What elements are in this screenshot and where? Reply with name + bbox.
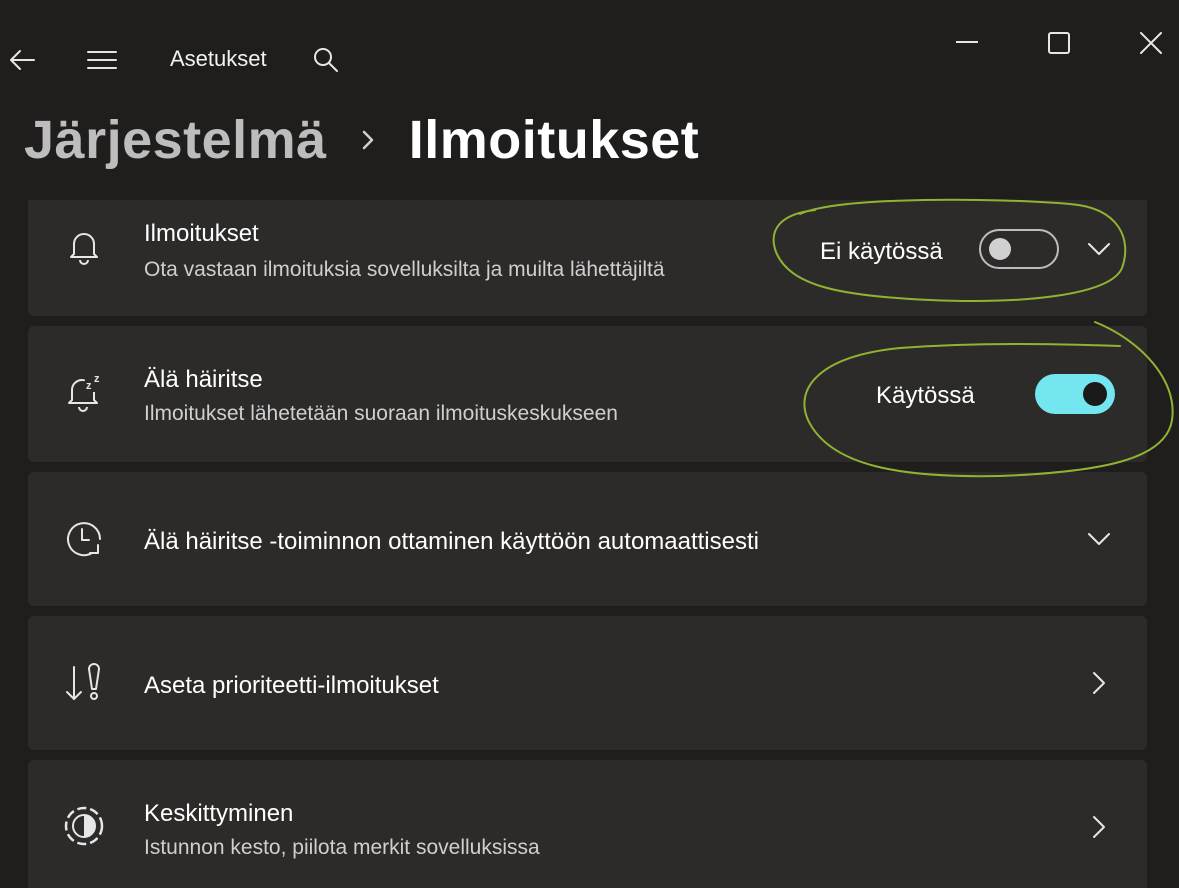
svg-text:z: z (86, 380, 92, 392)
setting-subtitle: Istunnon kesto, piilota merkit sovelluks… (144, 836, 540, 859)
hamburger-menu-icon[interactable] (84, 44, 120, 76)
breadcrumb: Järjestelmä Ilmoitukset (24, 108, 699, 172)
minimize-icon[interactable] (952, 30, 982, 54)
setting-subtitle: Ilmoitukset lähetetään suoraan ilmoitusk… (144, 402, 618, 425)
setting-card-priority-notifications[interactable]: Aseta prioriteetti-ilmoitukset (28, 616, 1147, 750)
setting-title: Ilmoitukset (144, 220, 259, 247)
setting-subtitle: Ota vastaan ilmoituksia sovelluksilta ja… (144, 258, 665, 281)
bell-snooze-icon: zz (62, 370, 106, 414)
back-arrow-icon[interactable] (6, 44, 38, 76)
setting-title: Älä häiritse (144, 366, 263, 393)
maximize-icon[interactable] (1044, 30, 1074, 56)
do-not-disturb-toggle[interactable] (1035, 374, 1115, 414)
close-icon[interactable] (1136, 30, 1166, 56)
toggle-knob (1083, 382, 1107, 406)
app-title: Asetukset (170, 46, 267, 71)
toggle-state-label: Ei käytössä (820, 238, 943, 265)
chevron-down-icon[interactable] (1084, 524, 1114, 554)
search-icon[interactable] (310, 44, 342, 76)
notifications-toggle[interactable] (979, 229, 1059, 269)
clock-auto-icon (62, 517, 106, 561)
setting-title: Keskittyminen (144, 800, 294, 827)
toggle-knob (989, 238, 1011, 260)
setting-card-auto-do-not-disturb[interactable]: Älä häiritse -toiminnon ottaminen käyttö… (28, 472, 1147, 606)
focus-icon (62, 804, 106, 848)
priority-notifications-icon (62, 661, 106, 705)
breadcrumb-parent[interactable]: Järjestelmä (24, 109, 327, 171)
setting-title: Älä häiritse -toiminnon ottaminen käyttö… (144, 528, 759, 555)
page-title: Ilmoitukset (408, 110, 700, 170)
setting-card-do-not-disturb: zz Älä häiritse Ilmoitukset lähetetään s… (28, 326, 1147, 462)
chevron-right-icon[interactable] (1084, 668, 1114, 698)
chevron-right-icon[interactable] (1084, 812, 1114, 842)
svg-text:z: z (94, 373, 100, 385)
setting-card-notifications: Ilmoitukset Ota vastaan ilmoituksia sove… (28, 200, 1147, 316)
setting-card-focus[interactable]: Keskittyminen Istunnon kesto, piilota me… (28, 760, 1147, 888)
setting-title: Aseta prioriteetti-ilmoitukset (144, 672, 439, 699)
toggle-state-label: Käytössä (876, 382, 975, 409)
bell-icon (62, 224, 106, 268)
chevron-right-icon (361, 129, 375, 151)
title-bar: Asetukset (0, 0, 1179, 100)
chevron-down-icon[interactable] (1084, 234, 1114, 264)
